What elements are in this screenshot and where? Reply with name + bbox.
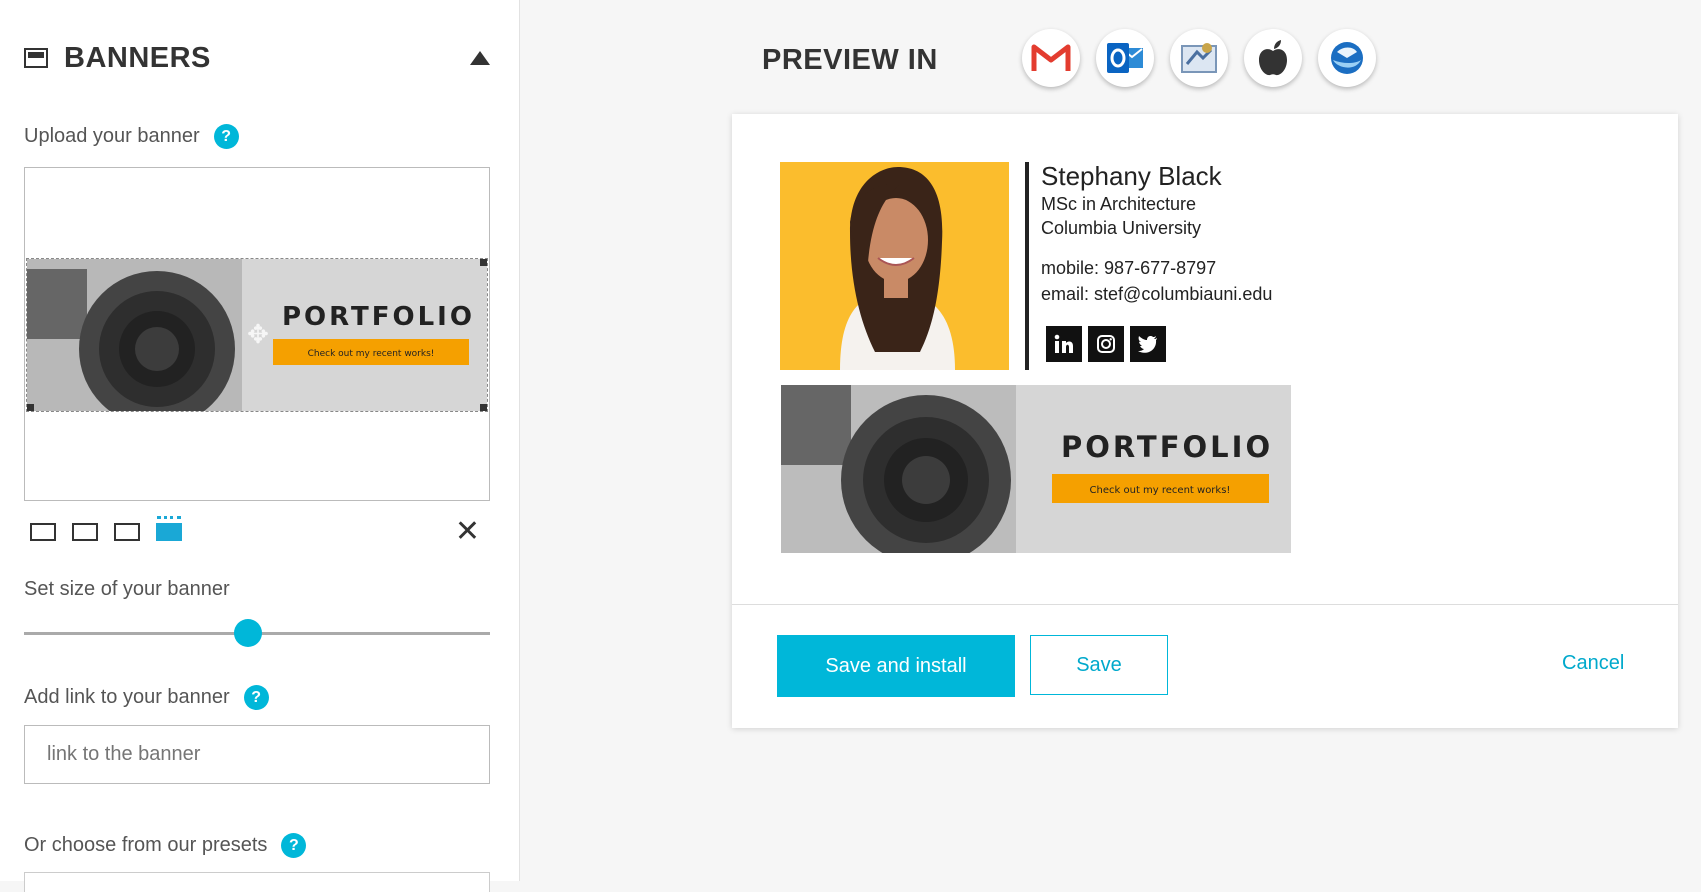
presets-gallery[interactable] xyxy=(24,872,490,892)
gmail-icon[interactable] xyxy=(1022,29,1080,87)
instagram-icon[interactable] xyxy=(1088,326,1124,362)
signature-email: email: stef@columbiauni.edu xyxy=(1041,284,1272,305)
mobile-value: 987-677-8797 xyxy=(1104,258,1217,278)
link-help-icon[interactable]: ? xyxy=(243,685,269,710)
email-label: email: xyxy=(1041,284,1090,304)
align-left-button[interactable] xyxy=(30,523,56,541)
align-right-button[interactable] xyxy=(114,523,140,541)
upload-help-icon[interactable]: ? xyxy=(213,124,239,149)
signature-name: Stephany Black xyxy=(1041,161,1222,191)
email-value[interactable]: stef@columbiauni.edu xyxy=(1094,284,1272,304)
slider-thumb[interactable] xyxy=(233,619,262,647)
signature-degree: MSc in Architecture xyxy=(1041,194,1197,214)
banner-headline: PORTFOLIO xyxy=(282,302,475,332)
thunderbird-icon[interactable] xyxy=(1318,29,1376,87)
section-title: BANNERS xyxy=(64,41,211,74)
banner-crop-frame[interactable]: PORTFOLIO Check out my recent works! ✥ xyxy=(26,258,488,412)
banner-size-slider[interactable] xyxy=(24,619,490,647)
presets-label: Or choose from our presets xyxy=(24,834,268,856)
signature-mobile: mobile: 987-677-8797 xyxy=(1041,258,1216,279)
twitter-icon[interactable] xyxy=(1130,326,1166,362)
banner-section-icon xyxy=(24,48,48,68)
banner-cta: Check out my recent works! xyxy=(308,349,435,359)
upload-label-row: Upload your banner ? xyxy=(24,124,239,149)
mobile-label: mobile: xyxy=(1041,258,1100,278)
signature-preview-card: Stephany Black MSc in Architecture Colum… xyxy=(732,114,1678,728)
size-label-row: Set size of your banner xyxy=(24,578,230,601)
signature-divider xyxy=(1025,162,1029,370)
crop-handle-bottom-left[interactable] xyxy=(27,404,34,411)
save-and-install-button[interactable]: Save and install xyxy=(777,635,1015,697)
presets-label-row: Or choose from our presets ? xyxy=(24,833,307,858)
banner-upload-area[interactable]: PORTFOLIO Check out my recent works! ✥ xyxy=(24,167,490,501)
profile-photo xyxy=(780,162,1009,370)
presets-help-icon[interactable]: ? xyxy=(281,833,307,858)
crop-handle-top-right[interactable] xyxy=(480,259,487,266)
cancel-button[interactable]: Cancel xyxy=(1562,652,1624,675)
signature-university: Columbia University xyxy=(1041,218,1202,238)
card-separator xyxy=(732,604,1678,605)
collapse-arrow-icon[interactable] xyxy=(470,51,490,65)
crop-button[interactable] xyxy=(156,516,182,541)
section-header[interactable]: BANNERS xyxy=(24,38,490,78)
link-label: Add link to your banner xyxy=(24,686,230,708)
upload-label: Upload your banner xyxy=(24,125,200,147)
align-center-button[interactable] xyxy=(72,523,98,541)
outlook-icon[interactable] xyxy=(1096,29,1154,87)
apple-mail-icon[interactable] xyxy=(1170,29,1228,87)
banner-settings-panel: BANNERS Upload your banner ? PORTFOLIO C… xyxy=(0,0,520,892)
size-label: Set size of your banner xyxy=(24,578,230,600)
preview-banner-headline: PORTFOLIO xyxy=(1061,430,1273,464)
linkedin-icon[interactable] xyxy=(1046,326,1082,362)
banner-align-toolbar: ✕ xyxy=(30,516,490,547)
preview-title: PREVIEW IN xyxy=(762,44,938,76)
signature-banner[interactable]: PORTFOLIO Check out my recent works! xyxy=(781,385,1291,553)
remove-banner-icon[interactable]: ✕ xyxy=(455,517,480,547)
save-button[interactable]: Save xyxy=(1030,635,1168,695)
move-handle-icon[interactable]: ✥ xyxy=(245,321,271,347)
preview-banner-cta: Check out my recent works! xyxy=(1090,485,1231,496)
crop-handle-bottom-right[interactable] xyxy=(480,404,487,411)
link-label-row: Add link to your banner ? xyxy=(24,685,269,710)
banner-link-input[interactable] xyxy=(24,725,490,784)
apple-icon[interactable] xyxy=(1244,29,1302,87)
